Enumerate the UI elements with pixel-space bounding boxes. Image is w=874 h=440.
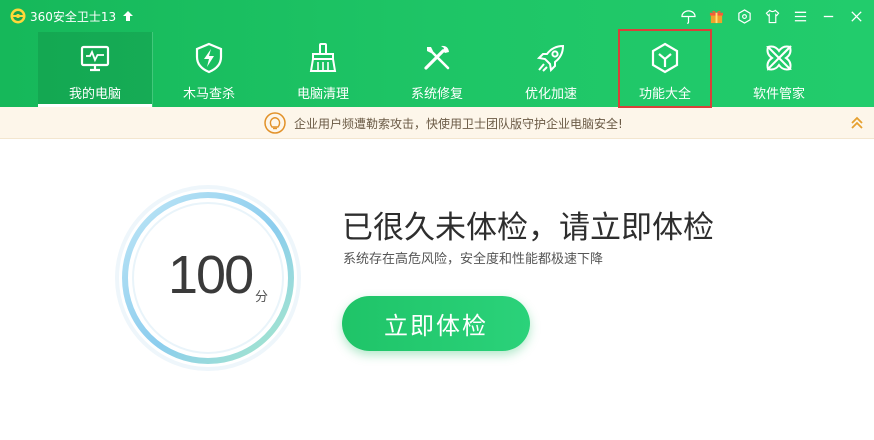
umbrella-icon[interactable] bbox=[676, 5, 700, 27]
nav-label: 我的电脑 bbox=[68, 87, 121, 102]
status-subline: 系统存在高危风险，安全度和性能都极速下降 bbox=[343, 252, 604, 267]
main-panel: 100 分 已很久未体检，请立即体检 系统存在高危风险，安全度和性能都极速下降 … bbox=[0, 140, 874, 440]
nav-item-system-repair[interactable]: 系统修复 bbox=[380, 32, 494, 107]
rocket-icon bbox=[534, 41, 568, 75]
main-nav: 我的电脑 木马查杀 电脑清理 系统修复 优化加速 功能大全 软件管家 bbox=[38, 32, 836, 107]
shield-bolt-icon bbox=[192, 41, 226, 75]
notice-content: 企业用户频遭勒索攻击，快使用卫士团队版守护企业电脑安全! bbox=[264, 111, 623, 135]
nav-label: 系统修复 bbox=[410, 87, 463, 102]
score-unit: 分 bbox=[255, 290, 269, 305]
title-bar[interactable]: 360安全卫士13 bbox=[0, 0, 874, 32]
nav-label: 木马查杀 bbox=[182, 87, 235, 102]
notice-bar[interactable]: 企业用户频遭勒索攻击，快使用卫士团队版守护企业电脑安全! bbox=[0, 107, 874, 139]
menu-icon[interactable] bbox=[788, 5, 812, 27]
close-icon[interactable] bbox=[844, 5, 868, 27]
score-value: 100 bbox=[168, 245, 254, 305]
nav-item-trojan-scan[interactable]: 木马查杀 bbox=[152, 32, 266, 107]
shirt-icon[interactable] bbox=[760, 5, 784, 27]
app-title: 360安全卫士13 bbox=[10, 7, 134, 25]
header: 360安全卫士13 我的电脑 木马查杀 电脑清理 系统修复 优化加速 功能大全 … bbox=[0, 0, 874, 108]
clover-icon bbox=[762, 41, 796, 75]
notice-text[interactable]: 企业用户频遭勒索攻击，快使用卫士团队版守护企业电脑安全! bbox=[294, 115, 623, 132]
minimize-icon[interactable] bbox=[816, 5, 840, 27]
double-chevron-up-icon[interactable] bbox=[850, 115, 864, 131]
360-logo-icon bbox=[10, 8, 26, 24]
status-headline: 已很久未体检，请立即体检 bbox=[342, 210, 714, 246]
app-title-text: 360安全卫士13 bbox=[30, 9, 117, 24]
check-now-button[interactable]: 立即体检 bbox=[342, 296, 530, 351]
highlight-box bbox=[618, 29, 712, 108]
arrow-up-icon[interactable] bbox=[122, 10, 134, 22]
skin-icon[interactable] bbox=[732, 5, 756, 27]
window-controls bbox=[676, 5, 868, 27]
nav-label: 电脑清理 bbox=[296, 87, 349, 102]
nav-label: 软件管家 bbox=[752, 87, 805, 102]
nav-item-pc-cleanup[interactable]: 电脑清理 bbox=[266, 32, 380, 107]
nav-item-optimize-speedup[interactable]: 优化加速 bbox=[494, 32, 608, 107]
nav-divider bbox=[152, 32, 153, 107]
wrench-icon bbox=[420, 41, 454, 75]
bulb-icon bbox=[264, 112, 286, 134]
broom-icon bbox=[306, 41, 340, 75]
monitor-icon bbox=[78, 41, 112, 75]
nav-label: 优化加速 bbox=[524, 87, 577, 102]
nav-item-software-manager[interactable]: 软件管家 bbox=[722, 32, 836, 107]
nav-item-my-computer[interactable]: 我的电脑 bbox=[38, 32, 152, 107]
gift-icon[interactable] bbox=[704, 5, 728, 27]
